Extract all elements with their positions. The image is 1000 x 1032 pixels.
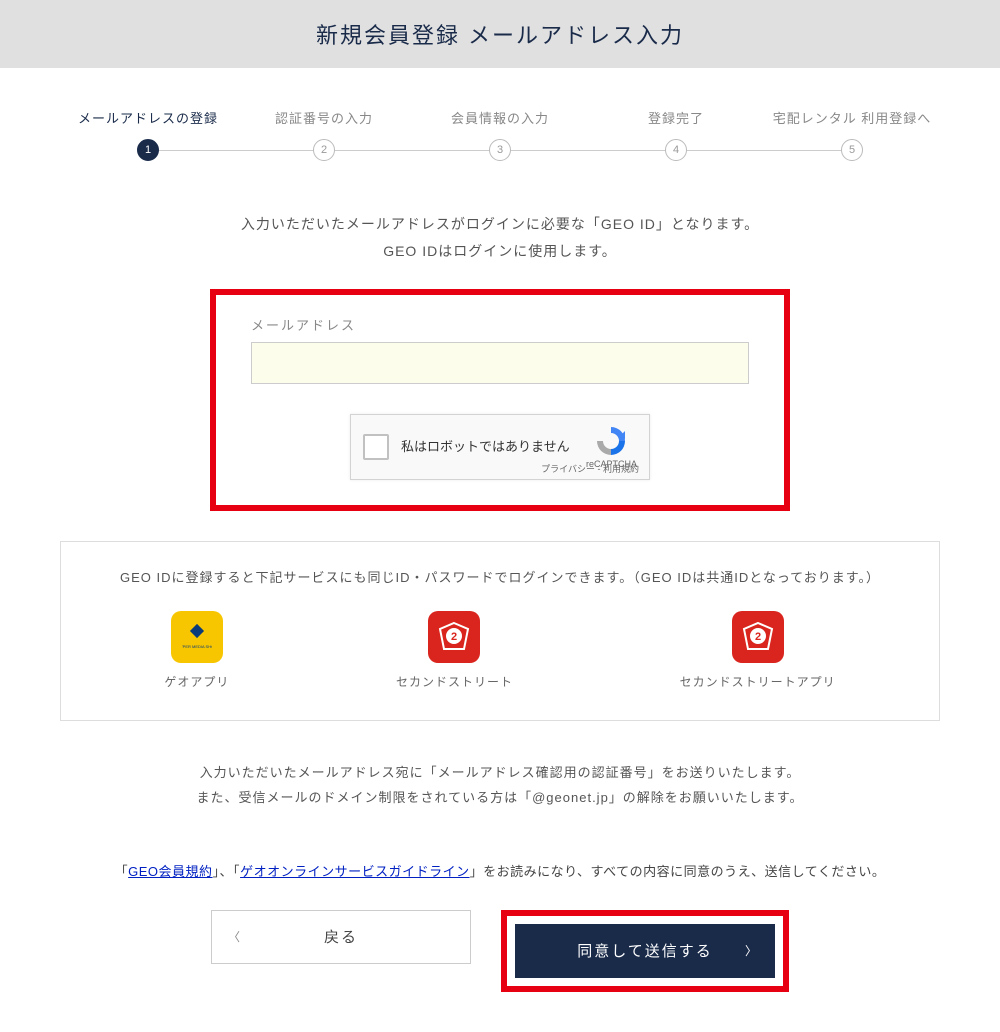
step-label: 認証番号の入力 bbox=[236, 108, 412, 127]
intro-line-1: 入力いただいたメールアドレスがログインに必要な「GEO ID」となります。 bbox=[60, 211, 940, 238]
svg-text:HYPER MEDIA SHOP: HYPER MEDIA SHOP bbox=[182, 644, 212, 649]
services-panel: GEO IDに登録すると下記サービスにも同じID・パスワードでログインできます。… bbox=[60, 541, 940, 721]
back-button-label: 戻る bbox=[324, 926, 358, 947]
service-second-street: 2 セカンドストリート bbox=[396, 611, 513, 690]
back-button[interactable]: 〈 戻る bbox=[211, 910, 471, 964]
page-title: 新規会員登録 メールアドレス入力 bbox=[0, 18, 1000, 50]
step-1: メールアドレスの登録 1 bbox=[60, 108, 236, 161]
recaptcha-label: 私はロボットではありません bbox=[401, 439, 586, 456]
step-label: メールアドレスの登録 bbox=[60, 108, 236, 127]
step-circle: 5 bbox=[841, 139, 863, 161]
note-line-1: 入力いただいたメールアドレス宛に「メールアドレス確認用の認証番号」をお送りいたし… bbox=[60, 761, 940, 786]
submit-button[interactable]: 同意して送信する 〉 bbox=[515, 924, 775, 978]
service-second-street-app: 2 セカンドストリートアプリ bbox=[680, 611, 836, 690]
geo-app-icon: HYPER MEDIA SHOP bbox=[171, 611, 223, 663]
email-input[interactable] bbox=[251, 342, 749, 384]
note-line-2: また、受信メールのドメイン制限をされている方は「@geonet.jp」の解除をお… bbox=[60, 786, 940, 811]
step-circle: 3 bbox=[489, 139, 511, 161]
second-street-app-icon: 2 bbox=[732, 611, 784, 663]
button-row: 〈 戻る 同意して送信する 〉 bbox=[60, 910, 940, 1032]
intro-line-2: GEO IDはログインに使用します。 bbox=[60, 238, 940, 265]
step-label: 宅配レンタル 利用登録へ bbox=[764, 108, 940, 127]
recaptcha-widget[interactable]: 私はロボットではありません reCAPTCHA プライバシー - 利用規約 bbox=[350, 414, 650, 480]
service-name: セカンドストリートアプリ bbox=[680, 673, 836, 690]
submit-button-label: 同意して送信する bbox=[577, 940, 713, 961]
step-2: 認証番号の入力 2 bbox=[236, 108, 412, 161]
page-header: 新規会員登録 メールアドレス入力 bbox=[0, 0, 1000, 68]
svg-text:2: 2 bbox=[451, 631, 457, 643]
terms-text: 「GEO会員規約」、「ゲオオンラインサービスガイドライン」をお読みになり、すべて… bbox=[60, 861, 940, 880]
services-intro: GEO IDに登録すると下記サービスにも同じID・パスワードでログインできます。… bbox=[81, 567, 919, 586]
step-circle: 1 bbox=[137, 139, 159, 161]
step-circle: 2 bbox=[313, 139, 335, 161]
svg-text:2: 2 bbox=[755, 631, 761, 643]
step-label: 会員情報の入力 bbox=[412, 108, 588, 127]
terms-link-geo[interactable]: GEO会員規約 bbox=[128, 864, 212, 879]
email-highlight-box: メールアドレス 私はロボットではありません reCAPTCHA プライバシー -… bbox=[210, 289, 790, 511]
terms-link-guideline[interactable]: ゲオオンラインサービスガイドライン bbox=[240, 864, 470, 879]
step-3: 会員情報の入力 3 bbox=[412, 108, 588, 161]
chevron-left-icon: 〈 bbox=[228, 928, 242, 945]
progress-stepper: メールアドレスの登録 1 認証番号の入力 2 会員情報の入力 3 登録完了 4 … bbox=[60, 108, 940, 161]
recaptcha-logo-icon bbox=[595, 425, 627, 457]
recaptcha-checkbox[interactable] bbox=[363, 434, 389, 460]
email-label: メールアドレス bbox=[251, 315, 749, 334]
submit-highlight-box: 同意して送信する 〉 bbox=[501, 910, 789, 992]
recaptcha-links[interactable]: プライバシー - 利用規約 bbox=[541, 462, 639, 475]
notes: 入力いただいたメールアドレス宛に「メールアドレス確認用の認証番号」をお送りいたし… bbox=[60, 761, 940, 810]
service-geo-app: HYPER MEDIA SHOP ゲオアプリ bbox=[164, 611, 229, 690]
second-street-icon: 2 bbox=[428, 611, 480, 663]
step-4: 登録完了 4 bbox=[588, 108, 764, 161]
chevron-right-icon: 〉 bbox=[745, 942, 759, 959]
intro-text: 入力いただいたメールアドレスがログインに必要な「GEO ID」となります。 GE… bbox=[60, 211, 940, 264]
service-name: セカンドストリート bbox=[396, 673, 513, 690]
step-label: 登録完了 bbox=[588, 108, 764, 127]
step-circle: 4 bbox=[665, 139, 687, 161]
step-5: 宅配レンタル 利用登録へ 5 bbox=[764, 108, 940, 161]
service-name: ゲオアプリ bbox=[164, 673, 229, 690]
